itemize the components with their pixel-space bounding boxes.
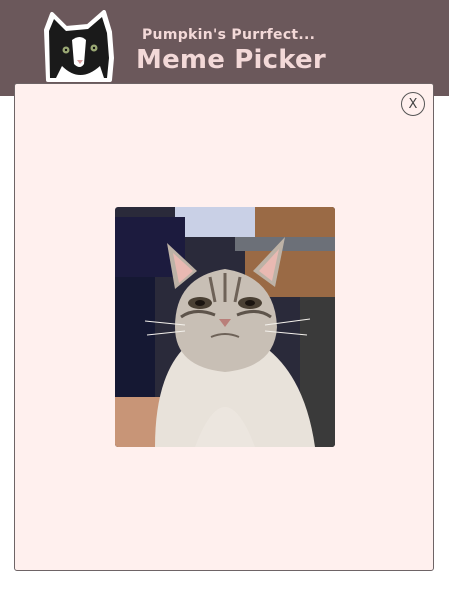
close-button[interactable]: X [401, 92, 425, 116]
cat-logo-icon [44, 10, 114, 82]
grumpy-cat-meme-image [115, 207, 335, 447]
meme-modal: X [14, 83, 434, 571]
app-header: Pumpkin's Purrfect... Meme Picker [0, 0, 449, 96]
page-title: Meme Picker [136, 45, 326, 75]
header-tagline: Pumpkin's Purrfect... [142, 27, 316, 43]
